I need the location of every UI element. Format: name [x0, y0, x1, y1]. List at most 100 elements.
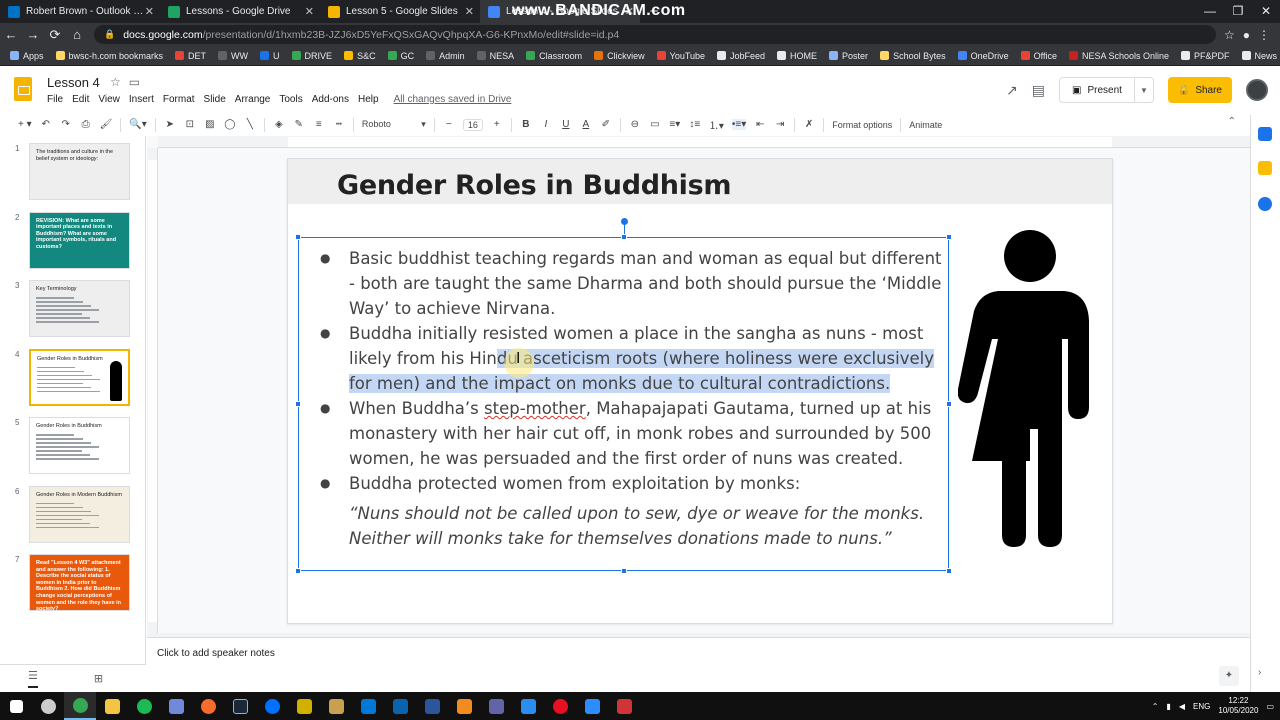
resize-handle-w[interactable] [295, 401, 301, 407]
bandicam-icon[interactable] [512, 692, 544, 720]
volume-icon[interactable]: ◀ [1179, 702, 1185, 711]
present-main[interactable]: ▣ Present [1060, 78, 1135, 102]
print-icon[interactable]: ⎙ [80, 119, 92, 130]
star-icon[interactable]: ☆ [1224, 28, 1235, 42]
uplay-icon[interactable] [256, 692, 288, 720]
bookmark-apps[interactable]: Apps [10, 51, 44, 61]
align-icon[interactable]: ≡▾ [669, 119, 681, 130]
explore-icon[interactable]: ✦ [1219, 666, 1239, 686]
thumbnail-preview[interactable]: The traditions and culture in the belief… [29, 143, 130, 200]
thumbnail-preview[interactable]: Read "Lesson 4 W3" attachment and answer… [29, 554, 130, 611]
move-folder-icon[interactable]: ▭ [129, 75, 140, 89]
menu-dots-icon[interactable]: ⋮ [1258, 28, 1270, 42]
text-box-icon[interactable]: ⊡ [184, 119, 196, 130]
bookmark-clickview[interactable]: Clickview [594, 51, 645, 61]
bookmark-office[interactable]: Office [1020, 51, 1057, 61]
expand-panel-icon[interactable]: › [1258, 667, 1272, 681]
slide-thumbnail-1[interactable]: 1 The traditions and culture in the belie… [0, 140, 146, 200]
bold-icon[interactable]: B [520, 119, 532, 130]
speaker-notes[interactable]: Click to add speaker notes ✦ [147, 637, 1257, 692]
italic-icon[interactable]: I [540, 119, 552, 130]
bookmark-school-bytes[interactable]: School Bytes [880, 51, 946, 61]
close-icon[interactable]: ✕ [305, 5, 314, 18]
language-indicator[interactable]: ENG [1193, 702, 1210, 711]
save-status[interactable]: All changes saved in Drive [394, 94, 512, 105]
clear-formatting-icon[interactable]: ✗ [803, 119, 815, 130]
app-red-icon[interactable] [608, 692, 640, 720]
shape-icon[interactable]: ◯ [224, 119, 236, 130]
resize-handle-nw[interactable] [295, 234, 301, 240]
bookmark-poster[interactable]: Poster [829, 51, 868, 61]
bullet-item[interactable]: When Buddha’s step-mother, Mahapajapati … [320, 396, 944, 471]
gender-figure-icon[interactable] [958, 229, 1093, 549]
present-button[interactable]: ▣ Present ▼ [1059, 77, 1154, 103]
bullet-item[interactable]: Buddha protected women from exploitation… [320, 471, 944, 496]
new-slide-plus-icon[interactable]: + ▾ [18, 119, 32, 130]
bookmark-admin[interactable]: Admin [426, 51, 465, 61]
resize-handle-sw[interactable] [295, 568, 301, 574]
thumbnail-preview[interactable]: REVISION: What are some important places… [29, 211, 130, 269]
search-icon[interactable] [32, 692, 64, 720]
slide-thumbnail-6[interactable]: 6 Gender Roles in Modern Buddhism [0, 483, 146, 543]
file-explorer-icon[interactable] [96, 692, 128, 720]
font-size-field[interactable]: 16 [462, 118, 483, 131]
reload-icon[interactable]: ⟳ [44, 27, 66, 43]
tasks-icon[interactable] [1258, 197, 1272, 211]
close-icon[interactable]: ✕ [145, 5, 154, 18]
bookmark-det[interactable]: DET [175, 51, 206, 61]
filmstrip-view-icon[interactable]: ☰ [28, 669, 38, 688]
clock[interactable]: 12:22 10/05/2020 [1218, 696, 1258, 716]
app-icon[interactable] [288, 692, 320, 720]
thumbnail-preview[interactable]: Gender Roles in Buddhism [29, 348, 130, 406]
bookmark-pf-pdf[interactable]: PF&PDF [1181, 51, 1230, 61]
slide-thumbnail-2[interactable]: 2 REVISION: What are some important place… [0, 209, 146, 269]
visual-studio-icon[interactable] [352, 692, 384, 720]
network-icon[interactable]: ▮ [1166, 702, 1170, 711]
menu-edit[interactable]: Edit [72, 94, 89, 105]
thumbnail-preview[interactable]: Gender Roles in Buddhism [29, 417, 130, 474]
windows-start-icon[interactable] [0, 692, 32, 720]
menu-insert[interactable]: Insert [129, 94, 154, 105]
resize-handle-s[interactable] [621, 568, 627, 574]
font-select[interactable]: Roboto ▾ [362, 119, 426, 130]
text-color-icon[interactable]: A [580, 119, 592, 130]
bookmark-jobfeed[interactable]: JobFeed [717, 51, 765, 61]
thumbnail-preview[interactable]: Gender Roles in Modern Buddhism [29, 485, 130, 543]
avatar[interactable] [1246, 79, 1268, 101]
menu-tools[interactable]: Tools [279, 94, 302, 105]
steam-icon[interactable] [224, 692, 256, 720]
rotate-handle[interactable] [621, 218, 628, 225]
menu-help[interactable]: Help [358, 94, 379, 105]
bookmark-onedrive[interactable]: OneDrive [957, 51, 1009, 61]
bookmark-nesa[interactable]: NESA [476, 51, 514, 61]
bookmark-gc[interactable]: GC [387, 51, 414, 61]
bullet-item[interactable]: Basic buddhist teaching regards man and … [320, 246, 944, 321]
spellcheck-word[interactable]: step-mother [484, 399, 586, 418]
url-field[interactable]: 🔒 docs.google.com /presentation/d/1hxmb2… [94, 25, 1216, 44]
calendar-icon[interactable] [1258, 127, 1272, 141]
discord-icon[interactable] [160, 692, 192, 720]
forward-arrow-icon[interactable]: → [22, 27, 44, 42]
spotify-icon[interactable] [128, 692, 160, 720]
slides-logo-icon[interactable] [14, 77, 32, 101]
quote-text[interactable]: “Nuns should not be called upon to sew, … [349, 501, 944, 551]
bookmark-classroom[interactable]: Classroom [526, 51, 582, 61]
close-icon[interactable]: ✕ [465, 5, 474, 18]
increase-indent-icon[interactable]: ⇥ [774, 119, 786, 130]
maximize-icon[interactable]: ❐ [1224, 0, 1252, 23]
format-options-button[interactable]: Format options [832, 120, 892, 130]
thumbnail-preview[interactable]: Key Terminology [29, 280, 130, 337]
outlook-icon[interactable] [384, 692, 416, 720]
document-title[interactable]: Lesson 4 [47, 75, 100, 90]
link-icon[interactable]: ⊖ [629, 119, 641, 130]
bookmark-home[interactable]: HOME [777, 51, 817, 61]
bookmark-u[interactable]: U [260, 51, 280, 61]
resize-handle-se[interactable] [946, 568, 952, 574]
app-orange-icon[interactable] [448, 692, 480, 720]
body-text-box[interactable]: Basic buddhist teaching regards man and … [295, 218, 952, 574]
resize-handle-ne[interactable] [946, 234, 952, 240]
bookmark-ww[interactable]: WW [218, 51, 248, 61]
resize-handle-e[interactable] [946, 401, 952, 407]
bookmark-youtube[interactable]: YouTube [656, 51, 705, 61]
paint-format-icon[interactable]: 🖌 [100, 119, 113, 130]
